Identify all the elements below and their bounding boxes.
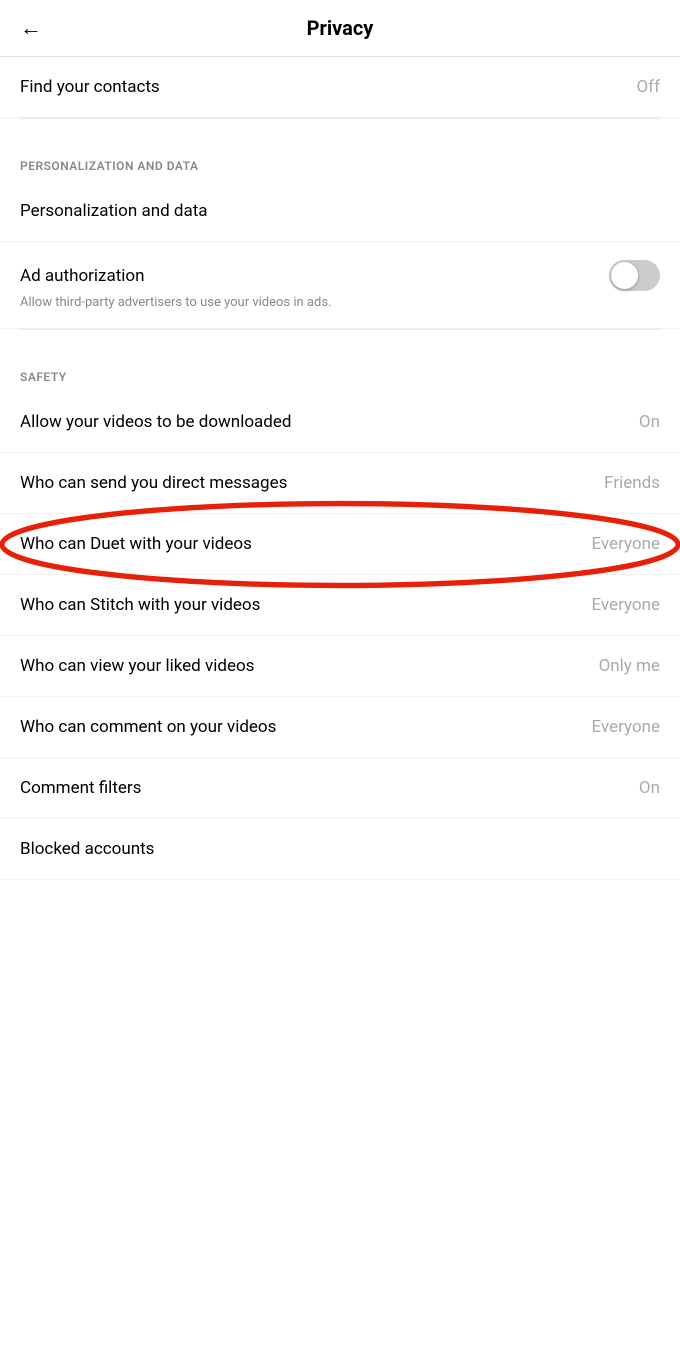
spacer-2 xyxy=(0,330,680,350)
duet-row[interactable]: Who can Duet with your videos Everyone xyxy=(0,514,680,575)
ad-authorization-toggle-container[interactable] xyxy=(609,260,660,291)
allow-downloads-value: On xyxy=(639,412,660,432)
comment-filters-label: Comment filters xyxy=(20,778,629,798)
spacer xyxy=(0,119,680,139)
duet-label: Who can Duet with your videos xyxy=(20,534,581,554)
allow-downloads-label: Allow your videos to be downloaded xyxy=(20,412,629,432)
duet-row-wrapper: Who can Duet with your videos Everyone xyxy=(0,514,680,575)
direct-messages-value: Friends xyxy=(604,473,660,493)
comment-filters-value: On xyxy=(639,778,660,798)
safety-section-header: SAFETY xyxy=(0,350,680,392)
duet-value: Everyone xyxy=(591,534,660,554)
personalization-section-header: PERSONALIZATION AND DATA xyxy=(0,139,680,181)
stitch-value: Everyone xyxy=(591,595,660,615)
ad-authorization-toggle[interactable] xyxy=(609,260,660,291)
back-button[interactable]: ← xyxy=(20,15,42,41)
liked-videos-value: Only me xyxy=(599,656,660,676)
ad-authorization-row[interactable]: Ad authorization Allow third-party adver… xyxy=(0,242,680,329)
direct-messages-row[interactable]: Who can send you direct messages Friends xyxy=(0,453,680,514)
allow-downloads-row[interactable]: Allow your videos to be downloaded On xyxy=(0,392,680,453)
liked-videos-row[interactable]: Who can view your liked videos Only me xyxy=(0,636,680,697)
page-title: Privacy xyxy=(307,16,374,40)
find-contacts-value: Off xyxy=(636,77,660,97)
personalization-data-row[interactable]: Personalization and data xyxy=(0,181,680,242)
toggle-knob xyxy=(611,262,638,289)
comment-row[interactable]: Who can comment on your videos Everyone xyxy=(0,697,680,758)
liked-videos-label: Who can view your liked videos xyxy=(20,656,589,676)
personalization-data-label: Personalization and data xyxy=(20,201,660,221)
direct-messages-label: Who can send you direct messages xyxy=(20,473,594,493)
comment-value: Everyone xyxy=(591,717,660,737)
header: ← Privacy xyxy=(0,0,680,57)
ad-authorization-subtitle: Allow third-party advertisers to use you… xyxy=(20,295,660,310)
ad-authorization-label: Ad authorization xyxy=(20,266,609,286)
stitch-row[interactable]: Who can Stitch with your videos Everyone xyxy=(0,575,680,636)
stitch-label: Who can Stitch with your videos xyxy=(20,595,581,615)
find-contacts-label: Find your contacts xyxy=(20,77,626,97)
comment-label: Who can comment on your videos xyxy=(20,717,581,737)
find-contacts-row[interactable]: Find your contacts Off xyxy=(0,57,680,118)
blocked-accounts-row[interactable]: Blocked accounts xyxy=(0,819,680,880)
blocked-accounts-label: Blocked accounts xyxy=(20,839,660,859)
comment-filters-row[interactable]: Comment filters On xyxy=(0,758,680,819)
